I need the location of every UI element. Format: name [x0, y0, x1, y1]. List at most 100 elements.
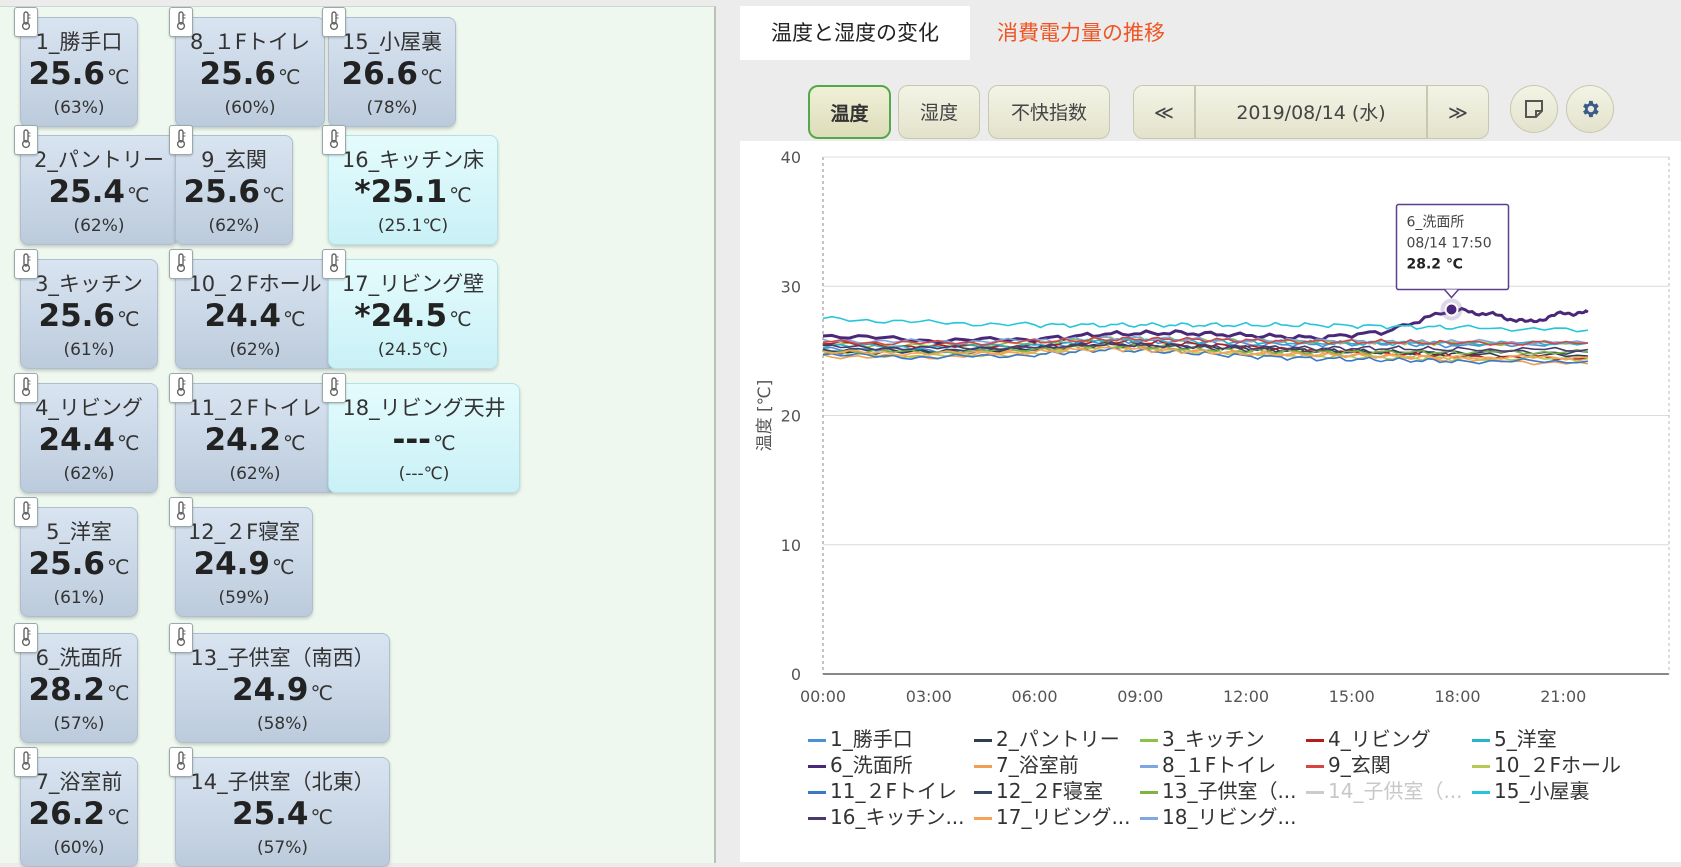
legend-swatch — [974, 739, 992, 742]
sensor-tile-s15[interactable]: 15_小屋裏 26.6 ℃ (78%) — [328, 17, 456, 127]
thermometer-icon — [169, 497, 193, 527]
sensor-tile-s10[interactable]: 10_２Fホール 24.4 ℃ (62%) — [175, 259, 335, 369]
legend-label: 16_キッチン... — [830, 805, 965, 829]
tab-temperature-humidity[interactable]: 温度と湿度の変化 — [740, 6, 970, 60]
x-tick-label: 06:00 — [1011, 687, 1057, 706]
note-button[interactable] — [1510, 85, 1558, 133]
sensor-temperature-unit: ℃ — [420, 65, 443, 89]
legend-label: 15_小屋裏 — [1494, 779, 1590, 803]
sensor-temperature: 26.2 ℃ — [21, 796, 137, 832]
sensor-temperature-unit: ℃ — [117, 307, 140, 331]
sensor-temperature: *25.1 ℃ — [329, 174, 497, 210]
thermometer-icon — [169, 373, 193, 403]
sensor-tile-s3[interactable]: 3_キッチン 25.6 ℃ (61%) — [20, 259, 158, 369]
sensor-temperature-unit: ℃ — [272, 555, 295, 579]
sensor-name: 5_洋室 — [46, 520, 112, 544]
sensor-temperature: 26.6 ℃ — [329, 56, 455, 92]
legend-swatch — [974, 765, 992, 768]
legend-item[interactable]: 14_子供室（... — [1306, 775, 1463, 804]
thermometer-icon — [169, 747, 193, 777]
sensor-tile-s13[interactable]: 13_子供室（南西） 24.9 ℃ (58%) — [175, 633, 390, 743]
sensor-name: 12_２F寝室 — [187, 520, 301, 544]
sensor-tile-s2[interactable]: 2_パントリー 25.4 ℃ (62%) — [20, 135, 178, 245]
sensor-humidity: (61%) — [63, 340, 115, 360]
legend-item[interactable]: 2_パントリー — [974, 723, 1120, 752]
thermometer-icon — [169, 125, 193, 155]
x-tick-label: 03:00 — [906, 687, 952, 706]
sensor-temperature: 24.9 ℃ — [176, 546, 312, 582]
legend-item[interactable]: 11_２Fトイレ — [808, 775, 957, 804]
legend-item[interactable]: 10_２Fホール — [1472, 749, 1621, 778]
legend-item[interactable]: 9_玄関 — [1306, 749, 1391, 778]
sensor-temperature-value: 25.6 — [38, 298, 116, 334]
x-tick-label: 15:00 — [1329, 687, 1375, 706]
y-tick-label: 0 — [791, 665, 801, 684]
legend-item[interactable]: 6_洗面所 — [808, 749, 913, 778]
sensor-tile-s16[interactable]: 16_キッチン床 *25.1 ℃ (25.1℃) — [328, 135, 498, 245]
sensor-name: 18_リビング天井 — [342, 396, 506, 420]
legend-item[interactable]: 5_洋室 — [1472, 723, 1557, 752]
legend-item[interactable]: 4_リビング — [1306, 723, 1431, 752]
legend-item[interactable]: 3_キッチン — [1140, 723, 1265, 752]
sensor-humidity: (60%) — [224, 98, 276, 118]
next-day-button[interactable]: ≫ — [1427, 85, 1489, 139]
legend-label: 12_２F寝室 — [996, 779, 1103, 803]
legend-item[interactable]: 7_浴室前 — [974, 749, 1079, 778]
sensor-temperature-value: 25.6 — [28, 546, 106, 582]
sensor-tile-s12[interactable]: 12_２F寝室 24.9 ℃ (59%) — [175, 507, 313, 617]
legend-item[interactable]: 15_小屋裏 — [1472, 775, 1589, 804]
legend-item[interactable]: 13_子供室（... — [1140, 775, 1297, 804]
sensor-temperature-value: 24.9 — [193, 546, 271, 582]
discomfort-index-button[interactable]: 不快指数 — [988, 85, 1110, 139]
sensor-name: 3_キッチン — [35, 272, 143, 296]
legend-swatch — [1140, 739, 1158, 742]
sensor-humidity: (59%) — [218, 588, 270, 608]
legend-label: 2_パントリー — [996, 727, 1120, 751]
x-tick-label: 12:00 — [1223, 687, 1269, 706]
note-icon — [1525, 100, 1543, 118]
sensor-tile-s18[interactable]: 18_リビング天井 --- ℃ (---℃) — [328, 383, 520, 493]
legend-swatch — [808, 765, 826, 768]
legend-item[interactable]: 18_リビング... — [1140, 801, 1297, 830]
sensor-temperature: 25.4 ℃ — [21, 174, 177, 210]
y-tick-label: 40 — [781, 148, 801, 167]
sensor-name: 11_２Fトイレ — [188, 396, 322, 420]
legend-item[interactable]: 12_２F寝室 — [974, 775, 1103, 804]
x-tick-label: 21:00 — [1540, 687, 1586, 706]
sensor-name: 10_２Fホール — [188, 272, 322, 296]
sensor-temperature: 24.2 ℃ — [176, 422, 334, 458]
sensor-name: 1_勝手口 — [35, 30, 123, 54]
sensor-tile-s8[interactable]: 8_１Fトイレ 25.6 ℃ (60%) — [175, 17, 325, 127]
settings-button[interactable] — [1566, 85, 1614, 133]
y-tick-label: 30 — [781, 277, 801, 296]
temperature-button[interactable]: 温度 — [808, 85, 891, 139]
sensor-tile-s17[interactable]: 17_リビング壁 *24.5 ℃ (24.5℃) — [328, 259, 498, 369]
humidity-button[interactable]: 湿度 — [898, 85, 980, 139]
sensor-humidity: (62%) — [229, 464, 281, 484]
date-display[interactable]: 2019/08/14 (水) — [1195, 85, 1427, 139]
legend-item[interactable]: 1_勝手口 — [808, 723, 913, 752]
sensor-temperature-unit: ℃ — [107, 555, 130, 579]
sensor-temperature-value: 26.2 — [28, 796, 106, 832]
sensor-tile-s14[interactable]: 14_子供室（北東） 25.4 ℃ (57%) — [175, 757, 390, 867]
sensor-name: 13_子供室（南西） — [190, 646, 375, 670]
sensor-tile-s11[interactable]: 11_２Fトイレ 24.2 ℃ (62%) — [175, 383, 335, 493]
prev-day-button[interactable]: ≪ — [1133, 85, 1195, 139]
sensor-temperature: *24.5 ℃ — [329, 298, 497, 334]
legend-label: 17_リビング... — [996, 805, 1131, 829]
legend-label: 11_２Fトイレ — [830, 779, 957, 803]
thermometer-icon — [14, 125, 38, 155]
legend-item[interactable]: 16_キッチン... — [808, 801, 965, 830]
legend-swatch — [808, 739, 826, 742]
tab-power-consumption[interactable]: 消費電力量の推移 — [970, 6, 1192, 60]
sensor-temperature-unit: ℃ — [107, 65, 130, 89]
legend-item[interactable]: 17_リビング... — [974, 801, 1131, 830]
sensor-temperature: 28.2 ℃ — [21, 672, 137, 708]
thermometer-icon — [14, 373, 38, 403]
sensor-humidity: (57%) — [256, 838, 309, 858]
legend-item[interactable]: 8_１Fトイレ — [1140, 749, 1276, 778]
thermometer-icon — [169, 623, 193, 653]
sensor-tile-s4[interactable]: 4_リビング 24.4 ℃ (62%) — [20, 383, 158, 493]
sensor-temperature-unit: ℃ — [127, 183, 150, 207]
sensor-temperature-value: 24.9 — [232, 672, 309, 708]
